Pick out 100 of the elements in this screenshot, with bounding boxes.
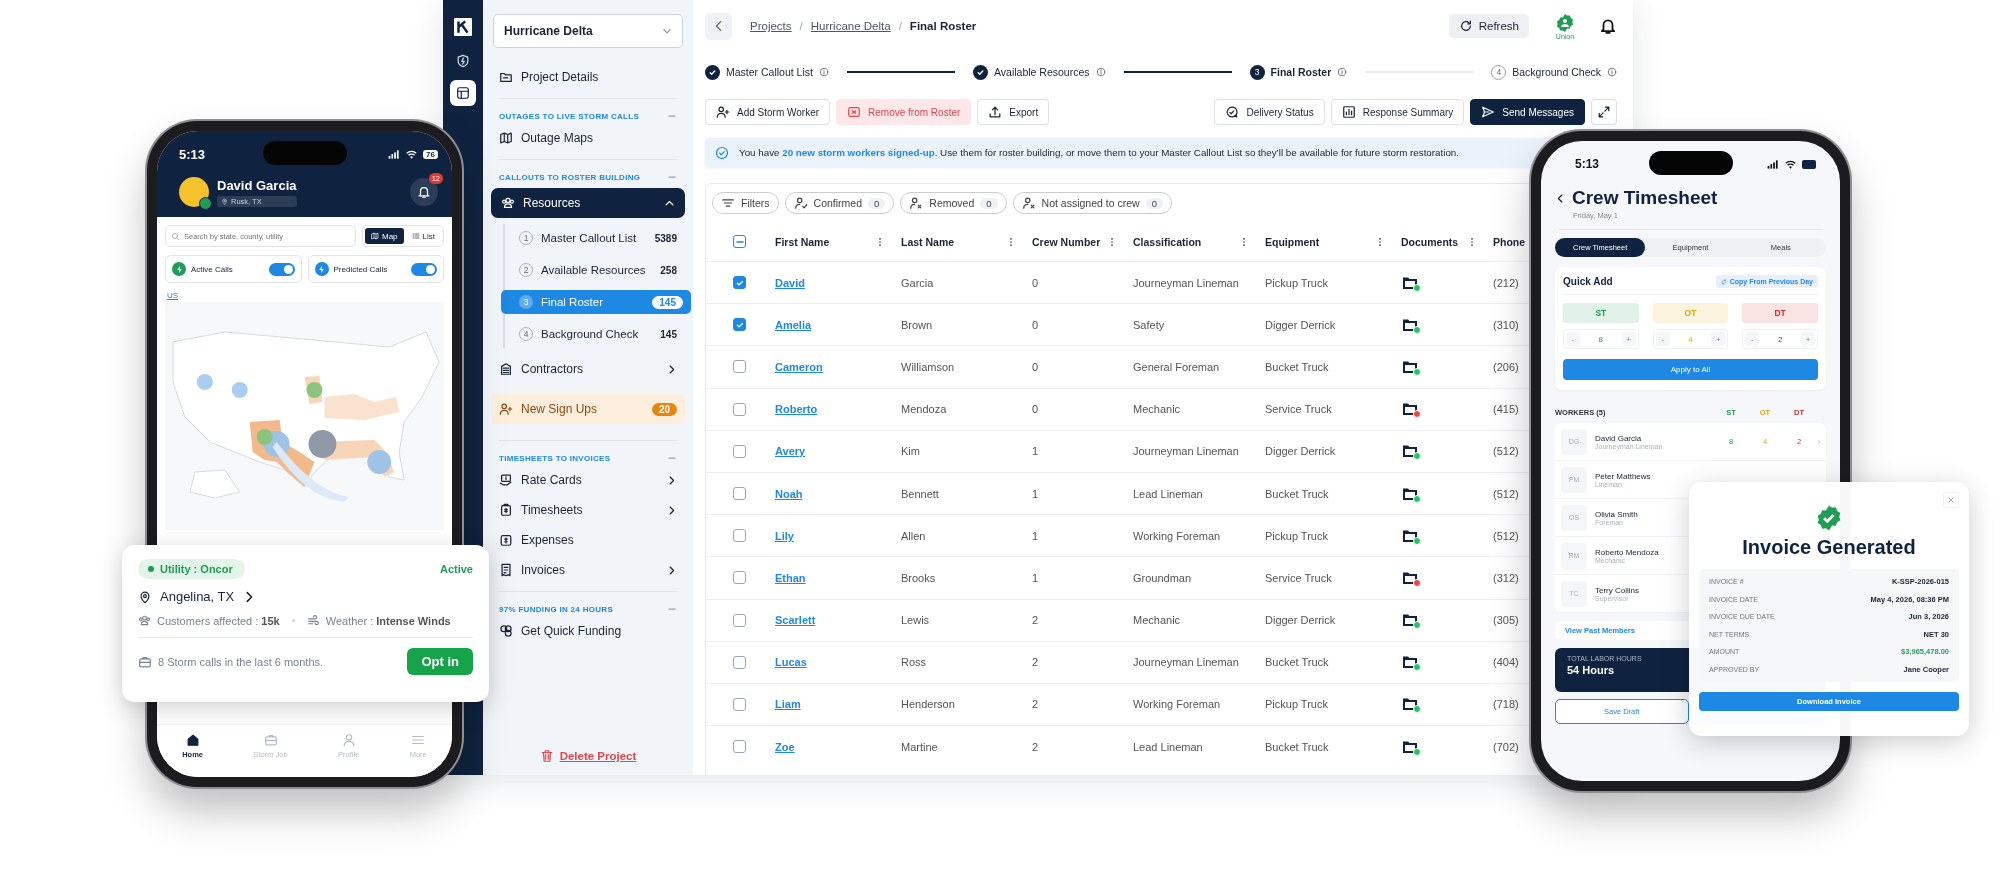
expand-button[interactable]	[1591, 99, 1617, 125]
toolbar-button[interactable]: Add Storm Worker	[705, 99, 831, 125]
table-cell: (512)	[1493, 529, 1519, 542]
nav-item[interactable]: Resources	[491, 188, 685, 218]
status-time: 5:13	[1575, 157, 1600, 171]
column-header: Equipment	[1265, 235, 1320, 248]
table-cell: 0	[1032, 318, 1039, 331]
view-tab[interactable]: Map	[365, 228, 404, 244]
plus-button[interactable]: +	[1621, 332, 1636, 346]
table-cell: (206)	[1493, 360, 1519, 373]
layout-icon	[456, 86, 470, 100]
table-cell: General Foreman	[1133, 360, 1220, 373]
row-checkbox[interactable]	[733, 318, 746, 332]
filter-chip[interactable]: Not assigned to crew 0	[1012, 192, 1172, 214]
refresh-button[interactable]: Refresh	[1448, 14, 1529, 38]
plus-button[interactable]: +	[1711, 332, 1726, 346]
filter-chip[interactable]: Confirmed 0	[784, 192, 895, 214]
user-plus-icon	[716, 105, 730, 119]
nav-item[interactable]: Get Quick Funding	[491, 616, 685, 646]
toggle-switch[interactable]	[268, 262, 295, 276]
toolbar-button[interactable]: Response Summary	[1330, 99, 1465, 125]
apply-button[interactable]: Apply to All	[1563, 359, 1818, 380]
name-link[interactable]: Amelia	[775, 318, 812, 331]
select-all-checkbox[interactable]	[733, 235, 746, 248]
minus-button[interactable]: -	[1745, 332, 1760, 346]
row-checkbox[interactable]	[733, 613, 746, 627]
nav-item[interactable]: 2 Available Resources 258	[511, 258, 685, 282]
nav-item[interactable]: Timesheets	[491, 495, 685, 525]
filter-chip[interactable]: Removed 0	[900, 192, 1007, 214]
row-checkbox[interactable]	[733, 487, 746, 501]
table-cell: (512)	[1493, 445, 1519, 458]
name-link[interactable]: Cameron	[775, 360, 823, 373]
table-cell: Williamson	[901, 360, 955, 373]
row-checkbox[interactable]	[733, 655, 746, 669]
table-cell: Kim	[901, 445, 920, 458]
name-link[interactable]: Avery	[775, 445, 806, 458]
folder-icon[interactable]	[1401, 443, 1419, 460]
toolbar-button[interactable]: Send Messages	[1470, 99, 1585, 125]
toggle-switch[interactable]	[411, 262, 437, 276]
row-checkbox[interactable]	[733, 276, 746, 290]
close-icon	[1947, 496, 1955, 504]
row-checkbox[interactable]	[733, 444, 746, 458]
project-select[interactable]: Hurricane Delta	[493, 14, 683, 48]
delete-link[interactable]: Delete Project	[539, 749, 637, 763]
folder-icon[interactable]	[1401, 654, 1419, 671]
view-tab[interactable]: List	[405, 228, 441, 244]
history-text: 8 Storm calls in the last 6 months.	[158, 655, 324, 668]
toolbar-button[interactable]: Export	[977, 99, 1050, 125]
nav-item[interactable]: Expenses	[491, 525, 685, 555]
table-cell: Working Foreman	[1133, 529, 1221, 542]
name-link[interactable]: Lucas	[775, 656, 807, 669]
breadcrumb-link[interactable]: Projects	[750, 20, 792, 32]
minus-button[interactable]: -	[1566, 332, 1580, 346]
shield-icon[interactable]	[456, 54, 470, 68]
row-checkbox[interactable]	[733, 360, 746, 374]
user-plus-icon	[499, 402, 513, 416]
folder-icon[interactable]	[1401, 612, 1419, 629]
row-checkbox[interactable]	[733, 697, 746, 711]
name-link[interactable]: Ethan	[775, 571, 806, 584]
name-link[interactable]: Zoe	[775, 740, 795, 753]
layout-button[interactable]	[450, 80, 476, 106]
table-cell: (718)	[1493, 698, 1519, 711]
nav-item[interactable]: Rate Cards	[491, 465, 685, 495]
plus-button[interactable]: +	[1800, 332, 1815, 346]
name-link[interactable]: Scarlett	[775, 614, 816, 627]
row-checkbox[interactable]	[733, 402, 746, 416]
nav-item[interactable]: Project Details	[491, 62, 685, 92]
folder-icon[interactable]	[1401, 401, 1419, 418]
minus-button[interactable]: -	[1655, 332, 1670, 346]
table-cell: (702)	[1493, 740, 1519, 753]
back-button[interactable]	[705, 12, 732, 40]
nav-item[interactable]: 4 Background Check 145	[511, 322, 685, 346]
region-link[interactable]: US	[167, 291, 179, 300]
notification-button[interactable]	[410, 178, 438, 206]
row-checkbox[interactable]	[733, 740, 746, 754]
nav-item[interactable]: Contractors	[491, 354, 685, 384]
nav-item[interactable]: Outage Maps	[491, 123, 685, 153]
chart-icon	[1341, 105, 1356, 119]
breadcrumb-link[interactable]: Hurricane Delta	[810, 20, 891, 32]
name-link[interactable]: David	[775, 276, 805, 289]
toolbar-button[interactable]: Remove from Roster	[836, 99, 972, 125]
name-link[interactable]: Liam	[775, 698, 801, 711]
name-link[interactable]: Lily	[775, 529, 794, 542]
send-icon	[1481, 105, 1496, 119]
name-link[interactable]: Noah	[775, 487, 803, 500]
nav-item[interactable]: 1 Master Callout List 5389	[511, 226, 685, 250]
nav-item[interactable]: 3 Final Roster 145	[501, 290, 691, 314]
close-button[interactable]	[1943, 492, 1959, 508]
row-checkbox[interactable]	[733, 571, 746, 585]
row-checkbox[interactable]	[733, 529, 746, 543]
table-cell: 2	[1032, 656, 1039, 669]
name-link[interactable]: Roberto	[775, 403, 818, 416]
folder-icon[interactable]	[1401, 696, 1419, 713]
nav-item[interactable]: New Sign Ups 20	[491, 394, 685, 424]
filter-button[interactable]: Filters	[712, 192, 779, 214]
nav-item[interactable]: Invoices	[491, 555, 685, 585]
toolbar-button[interactable]: Delivery Status	[1214, 99, 1325, 125]
count-badge: 0	[868, 197, 886, 209]
location-link[interactable]: Angelina, TX	[160, 589, 235, 604]
bell-icon[interactable]	[1599, 17, 1617, 35]
